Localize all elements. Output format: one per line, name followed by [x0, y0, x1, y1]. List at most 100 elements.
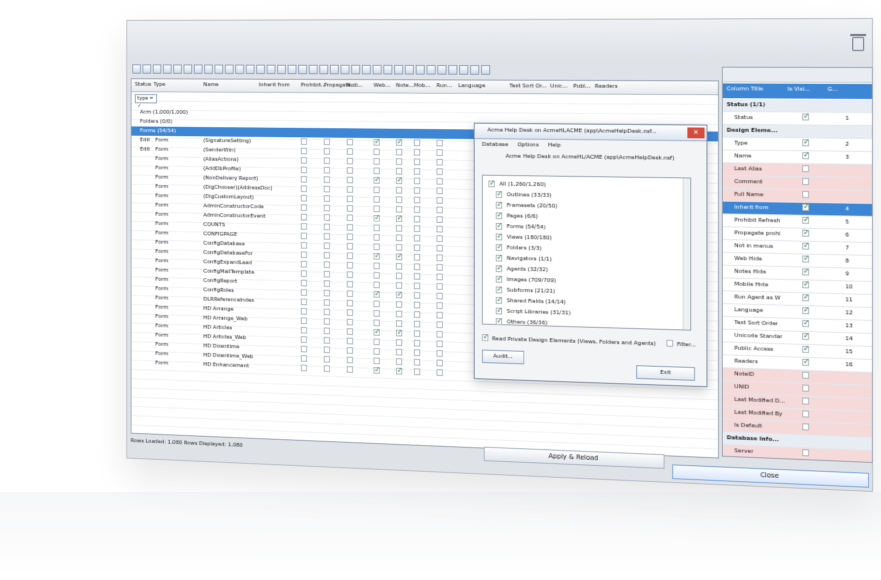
checkbox[interactable] — [323, 280, 330, 288]
checkbox[interactable] — [395, 329, 403, 337]
checkbox[interactable] — [323, 138, 330, 146]
checkbox[interactable] — [373, 300, 380, 308]
checkbox[interactable] — [436, 158, 443, 166]
visible-checkbox[interactable] — [802, 190, 810, 199]
visible-checkbox[interactable] — [802, 320, 810, 328]
close-button[interactable]: Close — [672, 464, 870, 488]
checkbox[interactable] — [395, 139, 403, 146]
visible-checkbox[interactable] — [802, 307, 810, 315]
checkbox[interactable] — [300, 138, 307, 145]
checkbox[interactable] — [300, 307, 307, 315]
cut-icon[interactable] — [173, 64, 182, 74]
help-icon[interactable] — [287, 64, 297, 75]
find-icon[interactable] — [256, 64, 265, 75]
checkbox[interactable] — [436, 330, 443, 338]
checkbox[interactable] — [323, 147, 330, 155]
checkbox[interactable] — [346, 280, 354, 288]
checkbox[interactable] — [323, 204, 330, 212]
checkbox[interactable] — [436, 283, 443, 290]
checkbox[interactable] — [413, 187, 421, 194]
checkbox[interactable] — [395, 339, 403, 347]
checkbox[interactable] — [300, 260, 307, 268]
checkbox[interactable] — [395, 196, 403, 204]
checkbox[interactable] — [373, 290, 380, 298]
info-icon[interactable] — [481, 65, 491, 75]
checkbox[interactable] — [300, 364, 307, 372]
checkbox[interactable] — [323, 365, 330, 373]
checkbox[interactable] — [300, 223, 307, 230]
read-private-option[interactable]: Read Private Design Elements (Views, Fol… — [481, 333, 656, 347]
checkbox[interactable] — [373, 366, 380, 374]
checkbox[interactable] — [436, 235, 443, 243]
checkbox[interactable] — [373, 252, 380, 260]
checkbox[interactable] — [373, 148, 380, 156]
visible-checkbox[interactable] — [802, 384, 810, 392]
checkbox[interactable] — [413, 311, 421, 318]
checkbox[interactable] — [323, 327, 330, 335]
checkbox[interactable] — [395, 301, 403, 308]
visible-checkbox[interactable] — [802, 345, 810, 354]
visible-checkbox[interactable] — [802, 113, 810, 121]
tree-checkbox[interactable] — [495, 191, 503, 199]
mail-icon[interactable] — [404, 64, 414, 75]
checkbox[interactable] — [395, 348, 403, 356]
column-header[interactable]: Type — [154, 81, 166, 88]
column-header[interactable]: Text Sort Or... — [509, 83, 546, 90]
stop-icon[interactable] — [319, 64, 329, 75]
dialog-menu-item[interactable]: Options — [517, 141, 538, 148]
checkbox[interactable] — [436, 206, 443, 214]
checkbox[interactable] — [373, 205, 380, 213]
checkbox[interactable] — [323, 355, 330, 363]
checkbox[interactable] — [373, 328, 380, 336]
checkbox[interactable] — [373, 186, 380, 194]
column-header[interactable]: Language — [458, 82, 485, 89]
checkbox[interactable] — [323, 270, 330, 278]
column-header[interactable]: Unic... — [550, 83, 568, 90]
checkbox[interactable] — [300, 355, 307, 362]
checkbox[interactable] — [413, 244, 421, 252]
visible-checkbox[interactable] — [802, 281, 810, 289]
checkbox[interactable] — [413, 168, 421, 175]
checkbox[interactable] — [346, 195, 354, 203]
zoom-in-icon[interactable] — [266, 64, 276, 75]
checkbox[interactable] — [436, 225, 443, 233]
checkbox[interactable] — [373, 338, 380, 346]
tree-checkbox[interactable] — [488, 180, 495, 188]
column-header[interactable]: Prohibit... — [301, 82, 326, 89]
checkbox[interactable] — [346, 148, 354, 155]
visible-checkbox[interactable] — [802, 423, 810, 431]
export-icon[interactable] — [224, 64, 234, 74]
checkbox[interactable] — [436, 177, 443, 185]
checkbox[interactable] — [436, 311, 443, 319]
checkbox[interactable] — [395, 367, 403, 375]
checkbox[interactable] — [373, 167, 380, 175]
print-icon[interactable] — [245, 64, 255, 75]
group-header[interactable]: G... — [828, 86, 838, 93]
checkbox[interactable] — [346, 328, 354, 335]
checkbox[interactable] — [395, 215, 403, 223]
column-group-row[interactable]: Status (1/1) — [722, 99, 873, 113]
checkbox[interactable] — [413, 139, 421, 147]
checkbox[interactable] — [300, 345, 307, 353]
checkbox[interactable] — [436, 263, 443, 271]
checkbox[interactable] — [300, 336, 307, 344]
checkbox[interactable] — [436, 359, 443, 367]
dialog-menu-item[interactable]: Help — [548, 142, 561, 149]
checkbox[interactable] — [436, 273, 443, 281]
column-header[interactable]: Inherit from — [259, 82, 290, 89]
checkbox[interactable] — [323, 157, 330, 165]
close-icon[interactable]: ✕ — [687, 127, 705, 139]
checkbox[interactable] — [373, 309, 380, 317]
checkbox[interactable] — [300, 166, 307, 174]
open-icon[interactable] — [132, 64, 141, 74]
visible-checkbox[interactable] — [802, 397, 810, 405]
checkbox[interactable] — [346, 347, 354, 354]
checkbox[interactable] — [323, 176, 330, 184]
checkbox[interactable] — [413, 253, 421, 261]
checkbox[interactable] — [346, 214, 354, 222]
checkbox[interactable] — [323, 232, 330, 240]
exit-button[interactable]: Exit — [636, 365, 696, 381]
tree-checkbox[interactable] — [495, 254, 503, 262]
checkbox[interactable] — [346, 176, 354, 184]
checkbox[interactable] — [395, 310, 403, 318]
